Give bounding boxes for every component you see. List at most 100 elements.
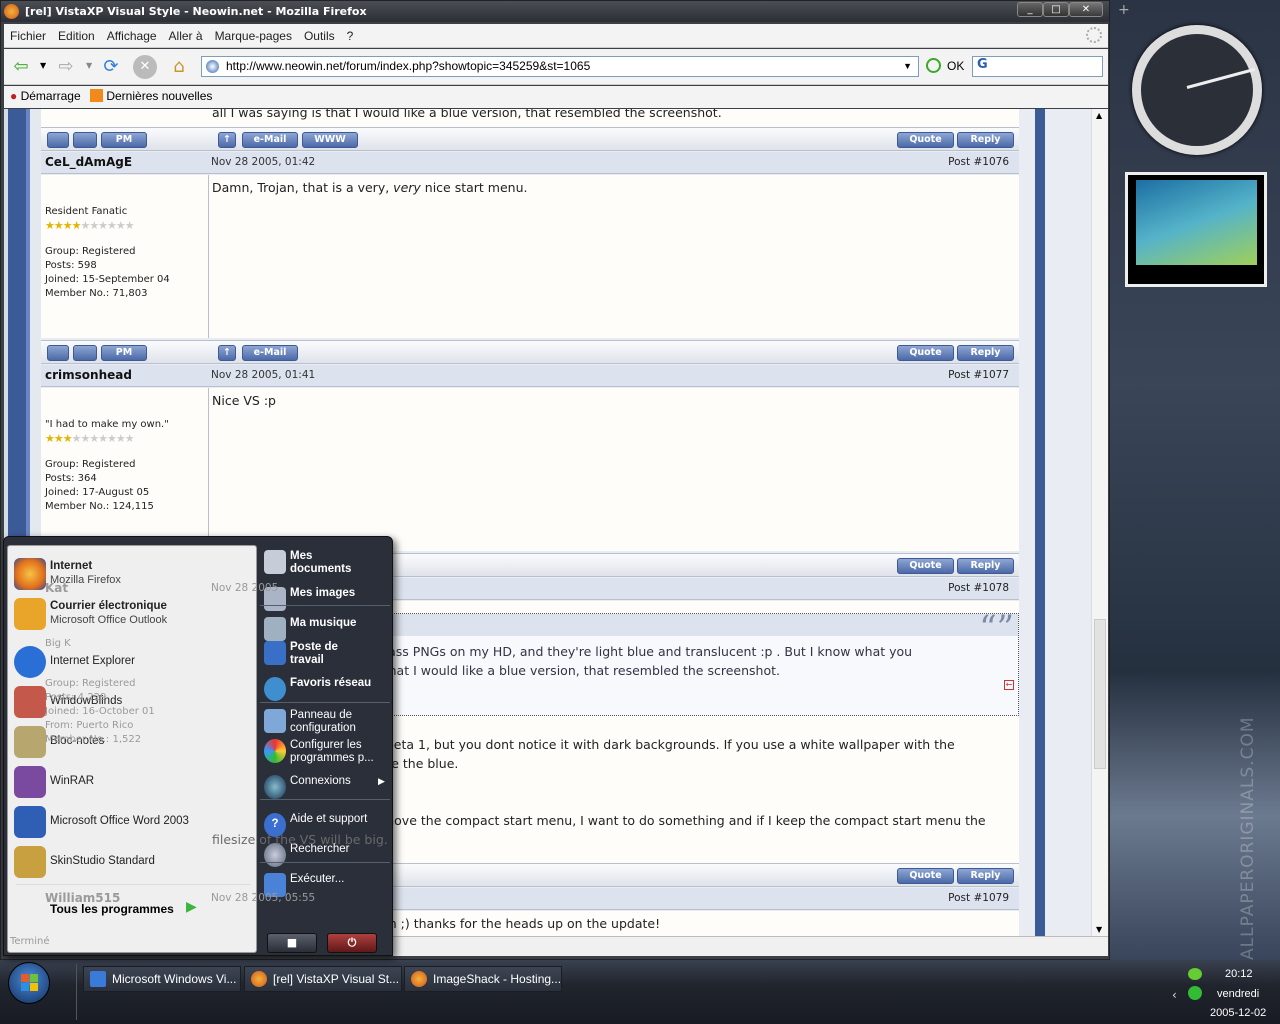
task-microsoft-windows[interactable]: Microsoft Windows Vi... — [83, 966, 241, 992]
stop-button[interactable]: ✕ — [133, 55, 157, 79]
firefox-icon — [411, 971, 427, 987]
reply-button[interactable]: Reply — [957, 132, 1014, 148]
top-button[interactable]: ↑ — [218, 132, 236, 148]
firefox-icon — [251, 971, 267, 987]
slideshow-gadget[interactable] — [1125, 172, 1267, 287]
quote-button[interactable]: Quote — [897, 132, 954, 148]
scroll-up-icon[interactable]: ▲ — [1096, 111, 1102, 120]
task-firefox-vistaxp[interactable]: [rel] VistaXP Visual St... — [244, 966, 402, 992]
profile-icon[interactable] — [73, 345, 97, 361]
quote-button[interactable]: Quote — [897, 868, 954, 884]
post-number[interactable]: Post #1079 — [948, 888, 1009, 909]
url-dropdown-icon[interactable]: ▼ — [903, 57, 912, 76]
bookmark-label: Dernières nouvelles — [106, 89, 213, 103]
divider — [260, 799, 390, 800]
go-icon[interactable] — [926, 58, 941, 73]
home-button[interactable]: ⌂ — [167, 55, 191, 79]
windows-logo-icon — [21, 974, 29, 982]
reply-button[interactable]: Reply — [957, 345, 1014, 361]
quote-button[interactable]: Quote — [897, 345, 954, 361]
status-icon — [47, 132, 69, 148]
divider — [260, 605, 390, 606]
member-joined: Joined: 17-August 05 — [45, 487, 150, 498]
view-post-icon[interactable]: ← — [1004, 680, 1014, 690]
divider — [16, 884, 250, 885]
maximize-button[interactable]: □ — [1043, 2, 1069, 17]
winrar-icon — [14, 766, 46, 798]
www-button[interactable]: WWW — [302, 132, 358, 148]
rating-stars: ★★★★★★★★★★ — [45, 432, 135, 445]
reply-button[interactable]: Reply — [957, 868, 1014, 884]
menu-outils[interactable]: Outils — [298, 24, 341, 43]
page-right-border — [1035, 109, 1045, 936]
clock-date[interactable]: 2005-12-02 — [1210, 1007, 1266, 1019]
post-author[interactable]: Kat — [45, 578, 68, 599]
member-number: Member No.: 1,522 — [45, 734, 142, 745]
word-icon — [14, 806, 46, 838]
forward-button[interactable]: ⇨ — [54, 55, 78, 79]
messenger-icon[interactable] — [1188, 986, 1202, 1000]
menu-aller[interactable]: Aller à — [163, 24, 209, 43]
scrollbar-thumb[interactable] — [1094, 619, 1106, 769]
start-item-outlook[interactable]: Courrier électronique Microsoft Office Ou… — [12, 596, 252, 632]
navigation-toolbar: ⇦ ▼ ⇨ ▼ ⟳ ✕ ⌂ http://www.neowin.net/foru… — [4, 49, 1108, 85]
status-icon — [47, 345, 69, 361]
start-item-skinstudio[interactable]: SkinStudio Standard — [12, 844, 252, 880]
document-icon — [90, 971, 106, 987]
url-field[interactable]: http://www.neowin.net/forum/index.php?sh… — [201, 56, 919, 77]
menu-fichier[interactable]: Fichier — [4, 24, 52, 43]
go-button[interactable]: OK — [947, 59, 964, 73]
back-button[interactable]: ⇦ — [9, 55, 33, 79]
quote-marks-icon: “” — [979, 608, 1014, 648]
post-author[interactable]: CeL_dAmAgE — [45, 152, 132, 173]
member-number: Member No.: 71,803 — [45, 288, 148, 299]
menu-marque-pages[interactable]: Marque-pages — [209, 24, 298, 43]
start-item-winrar[interactable]: WinRAR — [12, 764, 252, 800]
bookmark-demarrage[interactable]: ● Démarrage — [10, 89, 81, 103]
site-icon — [206, 60, 219, 73]
start-button[interactable] — [8, 962, 50, 1004]
security-icon[interactable] — [1188, 968, 1202, 980]
reply-button[interactable]: Reply — [957, 558, 1014, 574]
menu-edition[interactable]: Edition — [52, 24, 101, 43]
member-title: Resident Fanatic — [45, 206, 128, 217]
search-input[interactable]: G — [972, 56, 1103, 77]
pm-button[interactable]: PM — [101, 345, 147, 361]
pm-button[interactable]: PM — [101, 132, 147, 148]
clock-gadget — [1132, 25, 1262, 155]
email-button[interactable]: e-Mail — [242, 132, 298, 148]
add-gadget-icon[interactable]: + — [1118, 2, 1130, 18]
clock-time[interactable]: 20:12 — [1225, 968, 1253, 980]
post-text-line: filesize of the VS will be big. — [212, 832, 388, 847]
window-title: [rel] VistaXP Visual Style - Neowin.net … — [25, 5, 367, 18]
forward-dropdown-icon[interactable]: ▼ — [86, 61, 92, 70]
show-hidden-icons-button[interactable]: ‹ — [1172, 988, 1177, 1002]
top-button[interactable]: ↑ — [218, 345, 236, 361]
email-button[interactable]: e-Mail — [242, 345, 298, 361]
post-number[interactable]: Post #1076 — [948, 152, 1009, 173]
vertical-scrollbar[interactable]: ▲ ▼ — [1091, 109, 1108, 936]
menu-help[interactable]: ? — [341, 24, 360, 43]
bookmark-dernieres-nouvelles[interactable]: Dernières nouvelles — [90, 89, 212, 103]
quote-button[interactable]: Quote — [897, 558, 954, 574]
skinstudio-icon — [14, 846, 46, 878]
member-posts: Posts: 4,229 — [45, 692, 107, 703]
lock-button[interactable]: ■ — [267, 933, 317, 953]
post-button-bar: PM ↑ e-Mail WWW Quote Reply — [41, 127, 1019, 151]
post-date: Nov 28 2005, 05:55 — [211, 892, 316, 904]
post-number[interactable]: Post #1077 — [948, 365, 1009, 386]
back-dropdown-icon[interactable]: ▼ — [40, 61, 46, 70]
menu-affichage[interactable]: Affichage — [101, 24, 163, 43]
task-firefox-imageshack[interactable]: ImageShack - Hosting... — [404, 966, 562, 992]
scroll-down-icon[interactable]: ▼ — [1096, 925, 1102, 934]
lock-icon: ■ — [286, 936, 298, 949]
reload-button[interactable]: ⟳ — [99, 55, 123, 79]
clock-day[interactable]: vendredi — [1217, 988, 1259, 1000]
minimize-button[interactable]: _ — [1017, 2, 1043, 17]
post-author[interactable]: William515 — [45, 888, 120, 909]
close-button[interactable]: ✕ — [1069, 2, 1103, 17]
profile-icon[interactable] — [73, 132, 97, 148]
post-author[interactable]: crimsonhead — [45, 365, 132, 386]
post-number[interactable]: Post #1078 — [948, 578, 1009, 599]
power-button[interactable]: ⏻ — [327, 933, 377, 953]
